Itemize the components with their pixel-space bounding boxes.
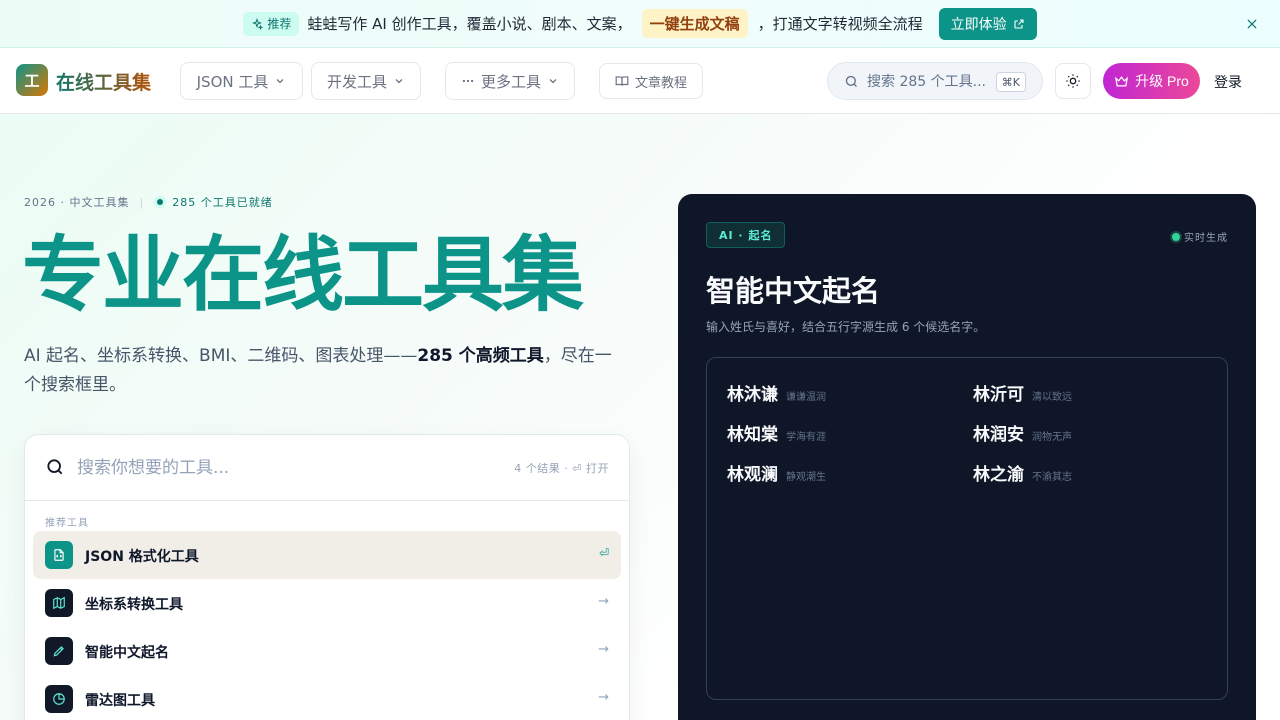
chevron-down-icon xyxy=(549,79,557,84)
search-icon xyxy=(845,75,857,87)
tool-item-chinese-naming[interactable]: 智能中文起名 → xyxy=(33,627,621,675)
hero-title: 专业在线工具集 xyxy=(22,228,584,323)
tool-item-label: 雷达图工具 xyxy=(85,693,155,709)
candidate-meaning: 清以致远 xyxy=(1032,392,1072,403)
book-icon xyxy=(615,76,629,86)
sun-icon xyxy=(1066,74,1080,88)
nav-more-tools-label: 更多工具 xyxy=(480,72,541,91)
arrow-right-icon: → xyxy=(598,690,609,705)
shortcut-badge: ⌘K xyxy=(995,72,1026,92)
try-now-button[interactable]: 立即体验 xyxy=(938,7,1037,40)
try-now-label: 立即体验 xyxy=(950,15,1007,32)
nav-tutorials[interactable]: 文章教程 xyxy=(599,63,703,99)
hero-eyebrow: 2026 · 中文工具集 | 285 个工具已就绪 xyxy=(24,194,273,210)
candidate-meaning: 谦谦温润 xyxy=(786,392,826,403)
arrow-right-icon: → xyxy=(598,642,609,657)
tool-item-radar-chart[interactable]: 雷达图工具 → xyxy=(33,675,621,720)
nav-more-tools[interactable]: 更多工具 xyxy=(445,62,575,100)
name-candidate: 林润安 润物无声 xyxy=(973,420,1072,445)
pie-chart-icon xyxy=(45,685,73,713)
recommend-badge-label: 推荐 xyxy=(267,17,292,31)
file-code-icon xyxy=(45,541,73,569)
close-icon xyxy=(1247,19,1257,29)
candidate-name: 林观澜 xyxy=(727,465,778,485)
status-dot-icon xyxy=(154,196,167,208)
external-link-icon xyxy=(1014,18,1024,29)
tool-search-row: 4 个结果 · ⏎ 打开 xyxy=(25,435,629,501)
tools-ready-label: 285 个工具已就绪 xyxy=(172,196,273,209)
tool-search-input[interactable] xyxy=(77,453,457,483)
live-status-label: 实时生成 xyxy=(1184,233,1228,244)
eyebrow-separator: | xyxy=(139,195,145,209)
hero-subtitle-pre: AI 起名、坐标系转换、BMI、二维码、图表处理—— xyxy=(24,346,418,366)
candidate-meaning: 静观潮生 xyxy=(786,472,826,483)
pen-icon xyxy=(45,637,73,665)
recommend-badge: 推荐 xyxy=(243,11,300,36)
candidate-meaning: 润物无声 xyxy=(1032,432,1072,443)
tool-item-label: 坐标系转换工具 xyxy=(85,597,183,613)
candidate-name: 林沂可 xyxy=(973,385,1024,405)
name-candidate: 林沂可 清以致远 xyxy=(973,380,1072,405)
name-candidates-box: 林沐谦 谦谦温润 林沂可 清以致远 林知棠 学海有涯 林润安 润物无声 林观澜 … xyxy=(706,357,1228,700)
name-candidate: 林沐谦 谦谦温润 xyxy=(727,380,826,405)
nav-tutorials-label: 文章教程 xyxy=(634,75,687,91)
eyebrow-year: 2026 · 中文工具集 xyxy=(24,196,130,209)
nav-json-tools[interactable]: JSON 工具 xyxy=(180,62,303,100)
tool-item-label: 智能中文起名 xyxy=(85,645,169,661)
candidate-meaning: 不渝其志 xyxy=(1032,472,1072,483)
naming-card-description: 输入姓氏与喜好，结合五行字源生成 6 个候选名字。 xyxy=(706,320,986,334)
upgrade-pro-button[interactable]: 升级 Pro xyxy=(1103,63,1200,99)
map-icon xyxy=(45,589,73,617)
naming-card-title: 智能中文起名 xyxy=(706,274,881,308)
tool-item-coordinate-converter[interactable]: 坐标系转换工具 → xyxy=(33,579,621,627)
sparkle-icon xyxy=(252,17,264,30)
hero-subtitle: AI 起名、坐标系转换、BMI、二维码、图表处理——285 个高频工具，尽在一个… xyxy=(24,342,624,400)
close-announcement-button[interactable] xyxy=(1240,12,1264,36)
live-status: 实时生成 xyxy=(1172,229,1228,244)
name-candidate: 林观澜 静观潮生 xyxy=(727,460,826,485)
announcement-message-tail: ，打通文字转视频全流程 xyxy=(757,15,923,33)
candidate-meaning: 学海有涯 xyxy=(786,432,826,443)
name-candidate: 林之渝 不渝其志 xyxy=(973,460,1072,485)
upgrade-pro-label: 升级 Pro xyxy=(1135,73,1189,89)
nav-dev-tools[interactable]: 开发工具 xyxy=(311,62,421,100)
announcement-message: 蛙蛙写作 AI 创作工具，覆盖小说、剧本、文案， xyxy=(307,15,632,33)
ai-naming-tag: AI · 起名 xyxy=(706,222,786,248)
login-link[interactable]: 登录 xyxy=(1214,72,1242,92)
name-candidate: 林知棠 学海有涯 xyxy=(727,420,826,445)
naming-preview-card: AI · 起名 实时生成 智能中文起名 输入姓氏与喜好，结合五行字源生成 6 个… xyxy=(678,194,1256,720)
arrow-right-icon: → xyxy=(598,594,609,609)
candidate-name: 林润安 xyxy=(973,425,1024,445)
announcement-bar: 推荐 蛙蛙写作 AI 创作工具，覆盖小说、剧本、文案， 一键生成文稿 ，打通文字… xyxy=(0,0,1280,48)
crown-icon xyxy=(1115,75,1129,86)
hero-subtitle-bold: 285 个高频工具 xyxy=(417,346,544,366)
theme-toggle-button[interactable] xyxy=(1055,63,1091,99)
candidate-name: 林知棠 xyxy=(727,425,778,445)
candidate-name: 林之渝 xyxy=(973,465,1024,485)
chevron-down-icon xyxy=(395,79,403,84)
header-search[interactable]: 搜索 285 个工具... ⌘K xyxy=(827,62,1043,100)
search-result-meta: 4 个结果 · ⏎ 打开 xyxy=(514,462,609,475)
tool-search-card: 4 个结果 · ⏎ 打开 推荐工具 JSON 格式化工具 ⏎ 坐标系转换工具 →… xyxy=(24,434,630,720)
nav-json-tools-label: JSON 工具 xyxy=(196,72,269,91)
site-header: 工 在线工具集 JSON 工具 开发工具 更多工具 文章教程 搜索 285 个工… xyxy=(0,48,1280,114)
tool-item-json-formatter[interactable]: JSON 格式化工具 ⏎ xyxy=(33,531,621,579)
chevron-down-icon xyxy=(276,79,284,84)
tools-ready-status: 285 个工具已就绪 xyxy=(154,194,273,210)
candidate-name: 林沐谦 xyxy=(727,385,778,405)
header-search-placeholder: 搜索 285 个工具... xyxy=(867,74,986,90)
tool-item-label: JSON 格式化工具 xyxy=(85,549,199,565)
search-icon xyxy=(47,459,63,475)
more-dots-icon xyxy=(462,79,474,83)
logo-text[interactable]: 在线工具集 xyxy=(56,68,151,95)
recommended-section-label: 推荐工具 xyxy=(45,518,89,529)
enter-key-icon: ⏎ xyxy=(598,546,609,560)
announcement-highlight: 一键生成文稿 xyxy=(641,9,748,38)
nav-dev-tools-label: 开发工具 xyxy=(326,72,387,91)
logo-icon[interactable]: 工 xyxy=(16,64,48,96)
